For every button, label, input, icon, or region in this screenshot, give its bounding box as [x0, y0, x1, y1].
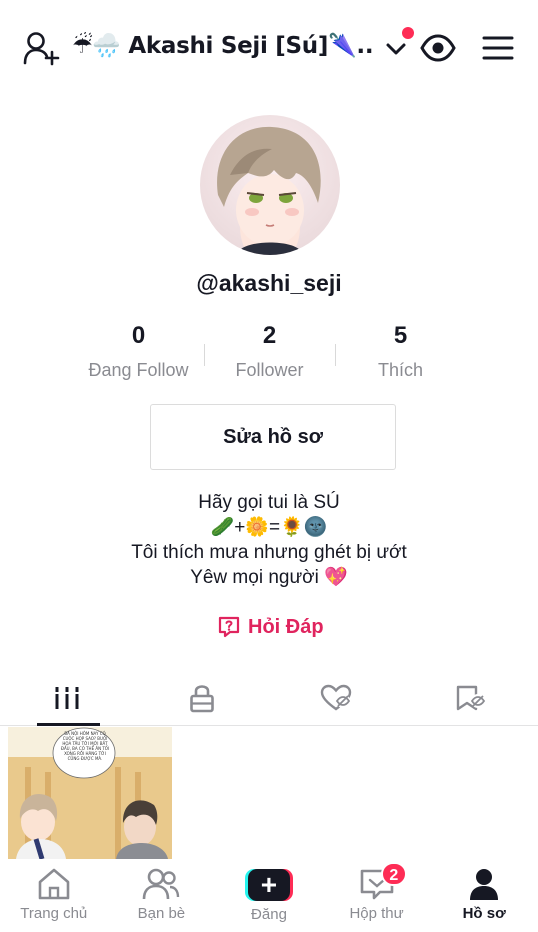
nav-label: Bạn bè: [137, 905, 186, 922]
stat-label: Đang Follow: [88, 360, 189, 380]
question-chat-icon: [218, 616, 240, 638]
video-caption: BÁ NỘI HÔM NAY CÓ CUỘC HỌP SAO? BUỔI HỌA…: [60, 731, 110, 761]
nav-label: Hộp thư: [349, 905, 404, 922]
stat-likes[interactable]: 5 Thích: [335, 322, 466, 386]
nav-label: Hồ sơ: [462, 905, 506, 922]
stat-followers[interactable]: 2 Follower: [204, 322, 335, 386]
liked-hidden-icon: [321, 684, 352, 710]
profile-title[interactable]: ☔🌧️ Akashi Seji [Sú]🌂...: [72, 32, 372, 59]
tab-liked[interactable]: [269, 670, 404, 725]
plus-icon: +: [244, 869, 293, 901]
profile-icon: [470, 869, 499, 900]
menu-icon[interactable]: [482, 34, 514, 62]
stat-label: Follower: [235, 360, 304, 380]
qa-label: Hỏi Đáp: [248, 615, 324, 638]
username: @akashi_seji: [196, 270, 342, 296]
bio-line: Tôi thích mưa nhưng ghét bị ướt: [131, 542, 407, 563]
stat-following[interactable]: 0 Đang Follow: [73, 322, 204, 386]
avatar[interactable]: [200, 115, 340, 255]
bio-line: Hãy gọi tui là SÚ: [198, 492, 340, 513]
nav-friends[interactable]: Bạn bè: [108, 859, 216, 932]
notification-dot: [402, 27, 414, 39]
profile-stats: 0 Đang Follow 2 Follower 5 Thích: [73, 322, 466, 386]
videos-grid-icon: [54, 686, 81, 709]
tab-favorites[interactable]: [404, 670, 538, 725]
video-thumbnail[interactable]: BÁ NỘI HÔM NAY CÓ CUỘC HỌP SAO? BUỔI HỌA…: [8, 727, 172, 859]
edit-profile-button[interactable]: Sửa hồ sơ: [150, 404, 396, 470]
add-user-icon[interactable]: [22, 30, 62, 66]
friends-icon: [143, 868, 180, 900]
home-icon: [38, 868, 70, 900]
bottom-nav: Trang chủ Bạn bè + Đăng 2 Hộp thư Hồ sơ: [0, 859, 538, 932]
favorites-hidden-icon: [456, 685, 485, 710]
bio-line: 🥒+🌼=🌻🌚: [210, 517, 328, 538]
bio: Hãy gọi tui là SÚ 🥒+🌼=🌻🌚 Tôi thích mưa n…: [0, 490, 538, 590]
nav-label: Trang chủ: [20, 905, 88, 922]
chevron-down-icon[interactable]: [384, 38, 408, 60]
lock-icon: [189, 684, 214, 712]
nav-inbox[interactable]: 2 Hộp thư: [323, 859, 431, 932]
stat-label: Thích: [377, 360, 424, 380]
nav-label: Đăng: [251, 906, 287, 923]
bio-line: Yêw mọi người 💖: [190, 567, 348, 588]
qa-button[interactable]: Hỏi Đáp: [218, 612, 324, 642]
stat-value: 5: [393, 322, 408, 349]
top-bar: ☔🌧️ Akashi Seji [Sú]🌂...: [0, 0, 538, 96]
inbox-badge: 2: [380, 862, 407, 886]
tab-private[interactable]: [135, 670, 270, 725]
stat-value: 0: [131, 322, 146, 349]
nav-post[interactable]: + Đăng: [215, 859, 323, 932]
nav-profile[interactable]: Hồ sơ: [430, 859, 538, 932]
nav-home[interactable]: Trang chủ: [0, 859, 108, 932]
profile-tabs: [0, 670, 538, 726]
stat-value: 2: [262, 322, 277, 349]
eye-icon[interactable]: [420, 32, 456, 64]
tab-videos[interactable]: [0, 670, 135, 726]
